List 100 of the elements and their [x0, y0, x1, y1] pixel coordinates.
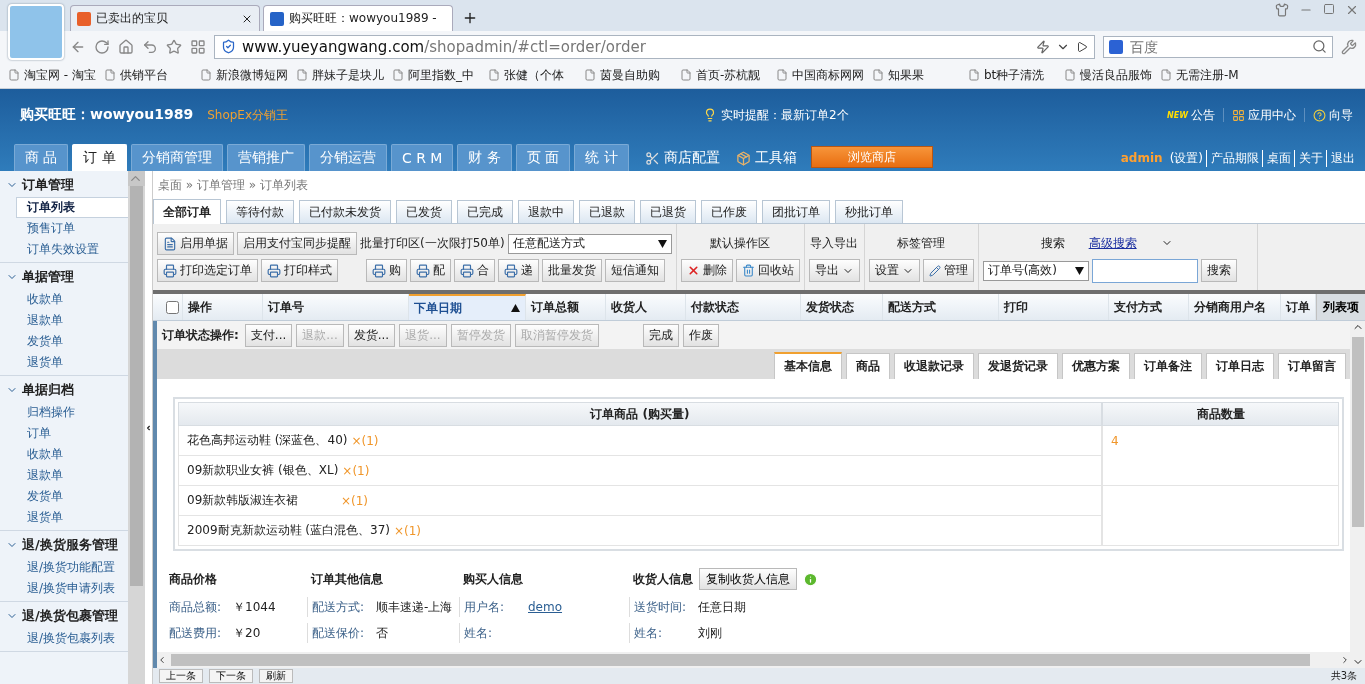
order-tab[interactable]: 已退款	[579, 200, 635, 223]
print-button[interactable]: 配	[410, 259, 451, 282]
select-all-checkbox[interactable]	[166, 300, 179, 314]
undo-icon[interactable]	[142, 38, 158, 55]
bookmark-link[interactable]: 供销平台	[104, 66, 196, 84]
print-button[interactable]: 购	[366, 259, 407, 282]
bookmark-link[interactable]: 无需注册-M	[1160, 66, 1252, 84]
sidebar-item[interactable]: 退/换货申请列表	[26, 578, 128, 599]
star-icon[interactable]	[166, 38, 182, 55]
user-menu-link[interactable]: (设置)	[1165, 149, 1203, 167]
status-button[interactable]: 作废	[682, 323, 719, 347]
bookmark-link[interactable]: 知果果	[872, 66, 964, 84]
toolbar-button[interactable]: 启用支付宝同步提醒	[237, 232, 357, 255]
toolbar-button[interactable]: 打印样式	[261, 259, 338, 282]
nav-tab[interactable]: 订 单	[72, 144, 127, 171]
browser-tab[interactable]: 已卖出的宝贝	[70, 5, 260, 31]
toolbar-link[interactable]: 商店配置	[644, 145, 720, 171]
sidebar-item[interactable]: 退/换货包裹列表	[26, 628, 128, 649]
sidebar-item[interactable]: 归档操作	[26, 402, 128, 423]
tag-set-button[interactable]: 设置	[868, 259, 920, 282]
order-tab[interactable]: 已发货	[396, 200, 452, 223]
search-field[interactable]: 百度	[1103, 35, 1333, 58]
sidebar-item[interactable]: 退款单	[26, 310, 128, 331]
bookmark-link[interactable]: 胖妹子是块儿	[296, 66, 388, 84]
print-button[interactable]: 批量发货	[542, 259, 602, 282]
scrollbar-thumb[interactable]	[171, 654, 1310, 666]
bookmark-link[interactable]: 淘宝网 - 淘宝	[8, 66, 100, 84]
column-header[interactable]: 下单日期	[409, 294, 526, 320]
search-field-select[interactable]: 订单号(高效)	[982, 260, 1089, 281]
bookmark-link[interactable]: bt种子清洗	[968, 66, 1060, 84]
status-button[interactable]: 发货...	[347, 323, 396, 347]
column-header[interactable]: 配送方式	[883, 294, 999, 320]
sidebar-item[interactable]: 订单失效设置	[26, 239, 128, 260]
sidebar-group[interactable]: 退/换货服务管理	[0, 533, 128, 557]
bookmark-link[interactable]: 张健（个体	[488, 66, 580, 84]
url-field[interactable]: www.yueyangwang.com/shopadmin/#ctl=order/order	[214, 34, 1095, 59]
pager-button[interactable]: 刷新	[259, 669, 293, 683]
user-menu-link[interactable]: 产品期限	[1206, 149, 1259, 167]
order-tab[interactable]: 全部订单	[153, 199, 221, 224]
detail-tab[interactable]: 发退货记录	[978, 353, 1058, 379]
column-header[interactable]: 分销商用户名	[1189, 294, 1281, 320]
column-header[interactable]: 支付方式	[1109, 294, 1189, 320]
column-header[interactable]: 付款状态	[686, 294, 801, 320]
avatar[interactable]	[8, 4, 64, 60]
sidebar-item[interactable]: 退/换货功能配置	[26, 557, 128, 578]
toolbar-button[interactable]: 打印选定订单	[157, 259, 258, 282]
plus-icon[interactable]	[462, 10, 478, 26]
wrench-icon[interactable]	[1341, 38, 1357, 55]
caret-icon[interactable]	[657, 239, 667, 248]
header-link[interactable]: NEW 公告	[1167, 106, 1215, 124]
scrollbar-thumb[interactable]	[130, 186, 143, 586]
sidebar-item[interactable]: 退货单	[26, 507, 128, 528]
export-button[interactable]: 导出	[808, 259, 860, 282]
toolbar-button[interactable]: 启用单据	[157, 232, 234, 255]
order-tab[interactable]: 已退货	[640, 200, 696, 223]
header-link[interactable]: 应用中心	[1232, 106, 1296, 124]
browser-tab[interactable]: 购买旺旺：wowyou1989 -	[263, 5, 453, 31]
delivery-select[interactable]: 任意配送方式	[507, 233, 672, 254]
sort-icon[interactable]	[511, 304, 520, 312]
notice-text[interactable]: 实时提醒：最新订单2个	[703, 106, 849, 124]
sidebar-group[interactable]: 退/换货包裹管理	[0, 604, 128, 628]
order-tab[interactable]: 秒批订单	[835, 200, 903, 223]
header-link[interactable]: 向导	[1313, 106, 1353, 124]
order-tab[interactable]: 团批订单	[762, 200, 830, 223]
shirt-icon[interactable]	[1275, 3, 1289, 17]
grid-icon[interactable]	[190, 38, 206, 55]
sidebar-item[interactable]: 订单	[26, 423, 128, 444]
column-settings-button[interactable]: 列表项	[1316, 294, 1365, 320]
username-link[interactable]: demo	[528, 600, 563, 614]
column-header[interactable]: 发货状态	[801, 294, 883, 320]
order-tab[interactable]: 已付款未发货	[299, 200, 391, 223]
sidebar-item[interactable]: 订单列表	[16, 197, 128, 218]
bookmark-link[interactable]: 慢活良品服饰	[1064, 66, 1156, 84]
print-button[interactable]: 递	[498, 259, 539, 282]
user-menu-link[interactable]: 桌面	[1262, 149, 1291, 167]
search-button[interactable]: 搜索	[1200, 259, 1237, 282]
sidebar-item[interactable]: 预售订单	[26, 218, 128, 239]
scrollbar-thumb[interactable]	[1351, 337, 1364, 527]
sidebar-item[interactable]: 退款单	[26, 465, 128, 486]
status-button[interactable]: 支付...	[244, 323, 293, 347]
detail-tab[interactable]: 订单留言	[1278, 353, 1346, 379]
print-button[interactable]: 短信通知	[605, 259, 665, 282]
column-header[interactable]: 打印	[999, 294, 1109, 320]
sidebar-group[interactable]: 单据归档	[0, 378, 128, 402]
sidebar-item[interactable]: 收款单	[26, 289, 128, 310]
bookmark-link[interactable]: 中国商标网网	[776, 66, 868, 84]
print-button[interactable]: 合	[454, 259, 495, 282]
pager-button[interactable]: 上一条	[159, 669, 203, 683]
detail-tab[interactable]: 商品	[846, 353, 890, 379]
bookmark-link[interactable]: 茵曼自助购	[584, 66, 676, 84]
delete-button[interactable]: 删除	[680, 259, 733, 282]
user-menu-link[interactable]: 退出	[1326, 149, 1355, 167]
detail-tab[interactable]: 收退款记录	[894, 353, 974, 379]
sidebar-item[interactable]: 退货单	[26, 352, 128, 373]
order-tab[interactable]: 已完成	[457, 200, 513, 223]
detail-tab[interactable]: 订单日志	[1206, 353, 1274, 379]
column-header[interactable]: 操作	[183, 294, 263, 320]
search-icon[interactable]	[1312, 39, 1327, 54]
detail-tab[interactable]: 基本信息	[774, 352, 842, 379]
order-tab[interactable]: 等待付款	[226, 200, 294, 223]
